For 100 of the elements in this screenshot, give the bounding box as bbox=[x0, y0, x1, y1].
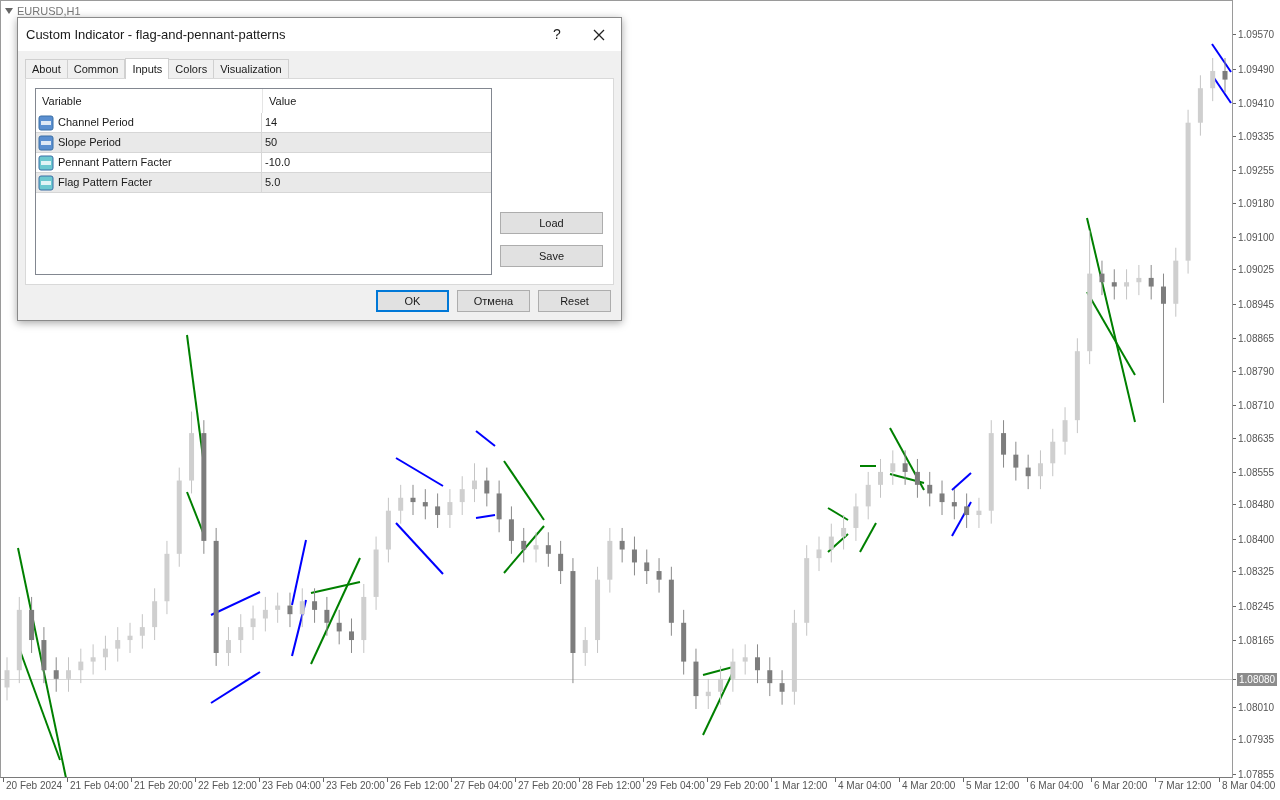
candle bbox=[53, 656, 59, 693]
dialog-tab[interactable]: Visualization bbox=[213, 59, 289, 78]
candle bbox=[1148, 264, 1154, 300]
trend-line bbox=[827, 533, 849, 553]
candle bbox=[927, 471, 933, 507]
candle bbox=[767, 656, 773, 697]
dialog-button[interactable]: Отмена bbox=[457, 290, 530, 312]
dropdown-triangle-icon[interactable] bbox=[5, 8, 13, 15]
candle bbox=[828, 523, 834, 563]
value-cell[interactable]: -10.0 bbox=[262, 153, 491, 172]
trend-line bbox=[503, 525, 545, 574]
candle bbox=[853, 492, 859, 542]
candle bbox=[225, 626, 231, 667]
trend-line bbox=[210, 591, 261, 616]
candle bbox=[349, 618, 354, 654]
candle bbox=[299, 587, 305, 628]
side-button[interactable]: Save bbox=[500, 245, 603, 267]
candle bbox=[1173, 247, 1179, 318]
candle bbox=[1025, 454, 1031, 490]
help-button[interactable]: ? bbox=[537, 19, 577, 50]
variable-name-cell-text: Flag Pattern Facter bbox=[58, 175, 153, 191]
time-axis-label: 8 Mar 04:00 bbox=[1222, 779, 1276, 793]
candle bbox=[90, 643, 96, 676]
dialog-button[interactable]: OK bbox=[376, 290, 449, 312]
time-axis-label: 21 Feb 04:00 bbox=[70, 779, 129, 793]
time-axis-label: 7 Mar 12:00 bbox=[1158, 779, 1212, 793]
candle bbox=[422, 488, 428, 520]
time-axis-label: 26 Feb 12:00 bbox=[390, 779, 449, 793]
price-axis-label: 1.08635 bbox=[1238, 431, 1275, 445]
candle bbox=[41, 626, 47, 684]
candle bbox=[742, 643, 748, 676]
candle bbox=[66, 656, 71, 693]
dialog-title: Custom Indicator - flag-and-pennant-patterns bbox=[26, 25, 287, 44]
price-axis-label: 1.08790 bbox=[1238, 364, 1275, 378]
candle bbox=[238, 613, 244, 654]
price-axis-label: 1.08400 bbox=[1238, 532, 1275, 546]
candle bbox=[964, 492, 970, 529]
candle bbox=[385, 497, 391, 563]
price-axis-label: 1.09025 bbox=[1238, 263, 1275, 277]
candle bbox=[558, 540, 564, 585]
candle bbox=[631, 536, 637, 576]
candle bbox=[127, 622, 133, 654]
candle bbox=[262, 596, 268, 632]
price-axis-label: 1.09410 bbox=[1238, 97, 1275, 111]
dialog-tab[interactable]: About bbox=[25, 59, 68, 78]
candle bbox=[484, 467, 490, 507]
candle bbox=[1001, 419, 1007, 469]
time-axis-label: 4 Mar 20:00 bbox=[902, 779, 956, 793]
price-axis-label: 1.08245 bbox=[1238, 599, 1275, 613]
candle bbox=[779, 669, 785, 706]
value-cell[interactable]: 14 bbox=[262, 113, 491, 132]
side-button[interactable]: Load bbox=[500, 212, 603, 234]
candle bbox=[914, 458, 920, 499]
candle bbox=[398, 484, 404, 525]
candle bbox=[1124, 268, 1130, 300]
candle bbox=[951, 488, 957, 520]
time-axis-label: 29 Feb 04:00 bbox=[646, 779, 705, 793]
trend-line bbox=[291, 539, 307, 606]
candle bbox=[152, 587, 158, 641]
price-axis-label: 1.08865 bbox=[1238, 332, 1275, 346]
candle bbox=[508, 505, 514, 555]
price-axis-label: 1.07855 bbox=[1238, 767, 1275, 781]
time-axis-label: 20 Feb 2024 bbox=[6, 779, 63, 793]
current-price-label: 1.08080 bbox=[1237, 673, 1278, 686]
variable-name-cell-text: Slope Period bbox=[58, 135, 121, 151]
candle bbox=[447, 488, 453, 529]
candle bbox=[29, 596, 35, 654]
parameter-type-icon bbox=[38, 174, 54, 191]
candle bbox=[865, 471, 871, 520]
trend-line bbox=[475, 430, 496, 447]
trend-line bbox=[210, 671, 261, 704]
time-axis-label: 23 Feb 04:00 bbox=[262, 779, 321, 793]
candle bbox=[250, 605, 256, 641]
candle bbox=[816, 536, 822, 572]
candle bbox=[139, 613, 145, 650]
candle bbox=[878, 458, 883, 499]
trend-line bbox=[827, 507, 849, 521]
candle bbox=[582, 626, 588, 667]
candle bbox=[902, 449, 908, 486]
value-cell[interactable]: 50 bbox=[262, 133, 491, 152]
dialog-button[interactable]: Reset bbox=[538, 290, 611, 312]
candle bbox=[545, 531, 551, 568]
candle bbox=[410, 484, 416, 516]
price-axis-label: 1.09100 bbox=[1238, 231, 1275, 245]
variable-name-cell-text: Pennant Pattern Facter bbox=[58, 155, 172, 171]
trend-line bbox=[859, 465, 877, 467]
dialog-tab[interactable]: Inputs bbox=[125, 58, 170, 79]
candle bbox=[1037, 449, 1043, 490]
candle bbox=[533, 531, 539, 563]
value-cell[interactable]: 5.0 bbox=[262, 173, 491, 192]
close-icon bbox=[593, 28, 605, 41]
price-axis-label: 1.08945 bbox=[1238, 297, 1275, 311]
dialog-tab[interactable]: Common bbox=[66, 59, 126, 78]
trend-line bbox=[951, 472, 972, 491]
time-axis-label: 4 Mar 04:00 bbox=[838, 779, 892, 793]
candle bbox=[275, 592, 281, 624]
candle bbox=[312, 587, 318, 624]
candle bbox=[78, 648, 84, 684]
candle bbox=[361, 583, 367, 654]
time-axis-label: 6 Mar 04:00 bbox=[1030, 779, 1084, 793]
